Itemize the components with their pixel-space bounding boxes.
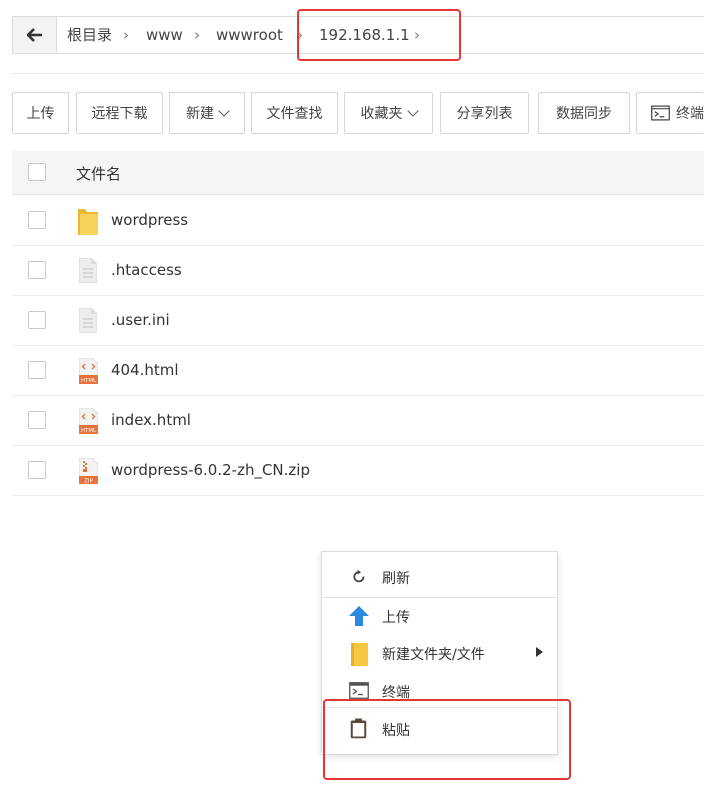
- row-checkbox[interactable]: [28, 261, 46, 279]
- refresh-icon: [353, 569, 365, 583]
- html-file-icon: HTML: [79, 358, 98, 384]
- folder-icon: [78, 209, 98, 235]
- new-dropdown-button[interactable]: 新建: [169, 92, 245, 134]
- terminal-icon: [349, 682, 369, 699]
- column-header-name[interactable]: 文件名: [76, 163, 121, 184]
- file-name[interactable]: .htaccess: [111, 261, 182, 279]
- file-search-button[interactable]: 文件查找: [251, 92, 338, 134]
- terminal-label: 终端: [676, 106, 704, 122]
- highlight-box-paste: [323, 699, 571, 780]
- submenu-arrow-icon: [536, 647, 543, 657]
- breadcrumb-item-www[interactable]: www: [146, 16, 183, 54]
- menu-item-refresh-label: 刷新: [382, 571, 410, 587]
- svg-text:ZIP: ZIP: [84, 479, 93, 485]
- row-checkbox[interactable]: [28, 411, 46, 429]
- file-name[interactable]: wordpress: [111, 211, 188, 229]
- menu-divider: [322, 597, 557, 598]
- remote-download-label: 远程下载: [91, 106, 148, 122]
- folder-icon: [351, 643, 368, 666]
- remote-download-button[interactable]: 远程下载: [76, 92, 163, 134]
- upload-arrow-icon: [349, 606, 369, 626]
- divider: [12, 73, 704, 74]
- chevron-right-icon: ›: [194, 26, 200, 44]
- upload-button-label: 上传: [26, 106, 55, 122]
- share-list-button[interactable]: 分享列表: [440, 92, 529, 134]
- svg-text:HTML: HTML: [81, 378, 97, 384]
- upload-button[interactable]: 上传: [12, 92, 69, 134]
- select-all-checkbox[interactable]: [28, 163, 46, 181]
- row-checkbox[interactable]: [28, 311, 46, 329]
- file-name[interactable]: 404.html: [111, 361, 179, 379]
- arrow-left-icon: [26, 28, 42, 42]
- svg-text:HTML: HTML: [81, 428, 97, 434]
- back-button[interactable]: [12, 16, 57, 54]
- menu-item-new-folder-file-label: 新建文件夹/文件: [382, 647, 485, 663]
- menu-item-upload-label: 上传: [382, 610, 410, 626]
- chevron-right-icon: ›: [123, 26, 129, 44]
- file-name[interactable]: wordpress-6.0.2-zh_CN.zip: [111, 461, 310, 479]
- row-checkbox[interactable]: [28, 211, 46, 229]
- zip-file-icon: ZIP: [79, 458, 98, 484]
- terminal-icon: [651, 105, 670, 121]
- share-list-label: 分享列表: [456, 106, 513, 122]
- file-name[interactable]: index.html: [111, 411, 191, 429]
- breadcrumb-item-wwwroot[interactable]: wwwroot: [216, 16, 283, 54]
- favorites-dropdown-button[interactable]: 收藏夹: [344, 92, 433, 134]
- row-checkbox[interactable]: [28, 461, 46, 479]
- breadcrumb-item-root[interactable]: 根目录: [67, 16, 112, 54]
- chevron-down-icon: [218, 105, 230, 117]
- terminal-button[interactable]: 终端: [636, 92, 704, 134]
- chevron-down-icon: [406, 105, 419, 117]
- highlight-box-breadcrumb: [297, 9, 461, 61]
- html-file-icon: HTML: [79, 408, 98, 434]
- text-file-icon: [79, 258, 97, 283]
- data-sync-button[interactable]: 数据同步: [538, 92, 630, 134]
- file-name[interactable]: .user.ini: [111, 311, 170, 329]
- favorites-label: 收藏夹: [360, 106, 403, 122]
- file-search-label: 文件查找: [266, 106, 323, 122]
- row-checkbox[interactable]: [28, 361, 46, 379]
- data-sync-label: 数据同步: [556, 106, 612, 122]
- text-file-icon: [79, 308, 97, 333]
- new-button-label: 新建: [186, 106, 214, 122]
